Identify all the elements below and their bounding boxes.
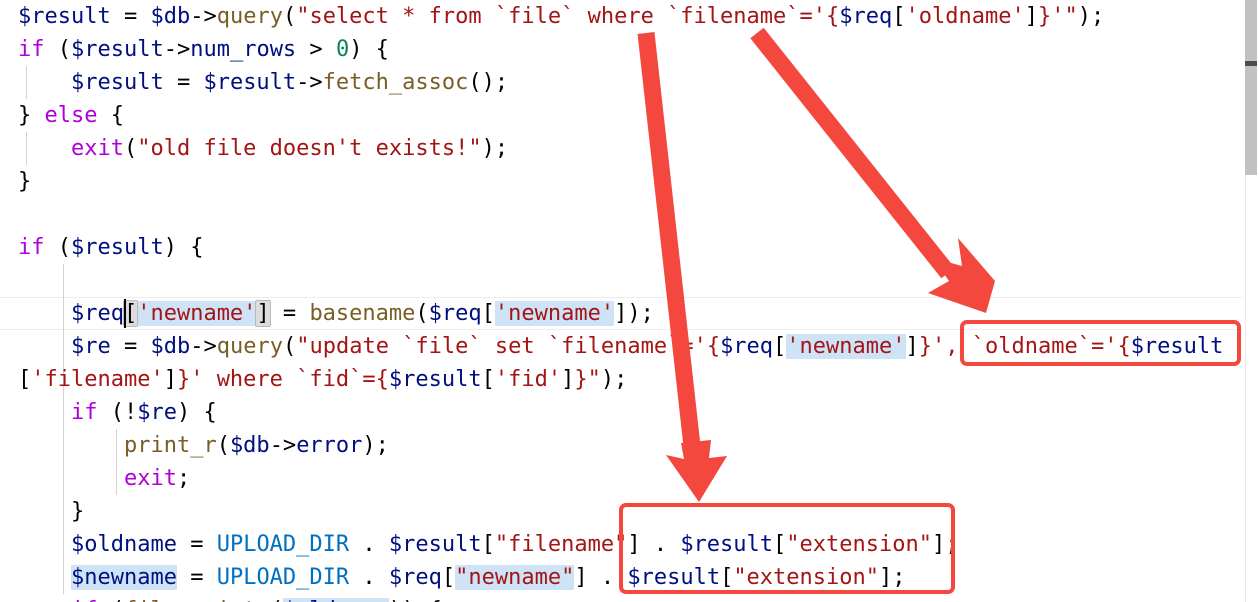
code-line[interactable]: }	[0, 495, 84, 528]
code-line[interactable]: if (!$re) {	[0, 396, 217, 429]
code-editor[interactable]: $result = $db->query("select * from `fil…	[0, 0, 1259, 602]
code-line[interactable]: $req['newname'] = basename($req['newname…	[0, 297, 654, 330]
scrollbar-change-marker	[1245, 61, 1257, 66]
code-line[interactable]: $result = $db->query("select * from `fil…	[0, 0, 1104, 33]
code-content[interactable]: $result = $db->query("select * from `fil…	[0, 0, 1242, 602]
code-line[interactable]: if ($result->num_rows > 0) {	[0, 33, 389, 66]
code-line[interactable]: } else {	[0, 99, 124, 132]
code-line[interactable]: $oldname = UPLOAD_DIR . $result["filenam…	[0, 528, 959, 561]
code-line[interactable]: if (file_exists($oldname)) {	[0, 594, 442, 602]
vertical-scrollbar[interactable]	[1245, 0, 1259, 602]
code-line[interactable]: $newname = UPLOAD_DIR . $req["newname"] …	[0, 561, 906, 594]
code-line[interactable]: exit("old file doesn't exists!");	[0, 132, 508, 165]
code-line[interactable]: ['filename']}' where `fid`={$result['fid…	[0, 363, 627, 396]
code-line[interactable]: $re = $db->query("update `file` set `fil…	[0, 330, 1223, 363]
code-line[interactable]	[0, 198, 31, 231]
code-line[interactable]: print_r($db->error);	[0, 429, 389, 462]
code-line[interactable]: exit;	[0, 462, 190, 495]
text-caret	[124, 299, 126, 328]
code-line[interactable]: $result = $result->fetch_assoc();	[0, 66, 508, 99]
scrollbar-thumb[interactable]	[1245, 0, 1257, 175]
code-line[interactable]: if ($result) {	[0, 231, 203, 264]
code-line[interactable]: }	[0, 165, 31, 198]
code-line[interactable]	[0, 264, 31, 297]
